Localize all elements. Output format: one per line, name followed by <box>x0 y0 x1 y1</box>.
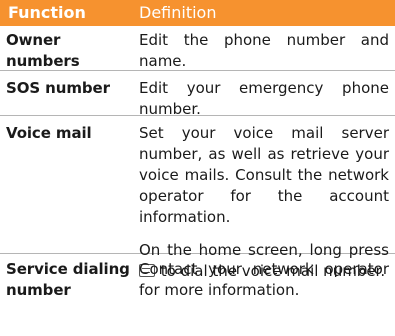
table-row: SOS number Edit your emergency phone num… <box>0 71 395 118</box>
definition-cell: Edit your emergency phone number. <box>139 79 389 118</box>
function-cell: Service dialing number <box>6 260 130 299</box>
function-cell: Owner numbers <box>6 31 80 70</box>
function-cell: SOS number <box>6 79 110 97</box>
header-definition: Definition <box>139 3 217 22</box>
table-header: Function Definition <box>0 0 395 26</box>
header-function: Function <box>8 3 86 22</box>
definition-paragraph: Set your voice mail server number, as we… <box>139 124 389 226</box>
table-row: Owner numbers Edit the phone number and … <box>0 26 395 71</box>
table-row: Voice mail Set your voice mail server nu… <box>0 116 395 280</box>
function-cell: Voice mail <box>6 124 92 142</box>
table-row: Service dialing number Contact your netw… <box>0 254 395 304</box>
function-definition-table: Function Definition Owner numbers Edit t… <box>0 0 395 304</box>
definition-cell: Contact your network operator for more i… <box>139 260 389 299</box>
definition-cell: Edit the phone number and name. <box>139 31 389 70</box>
